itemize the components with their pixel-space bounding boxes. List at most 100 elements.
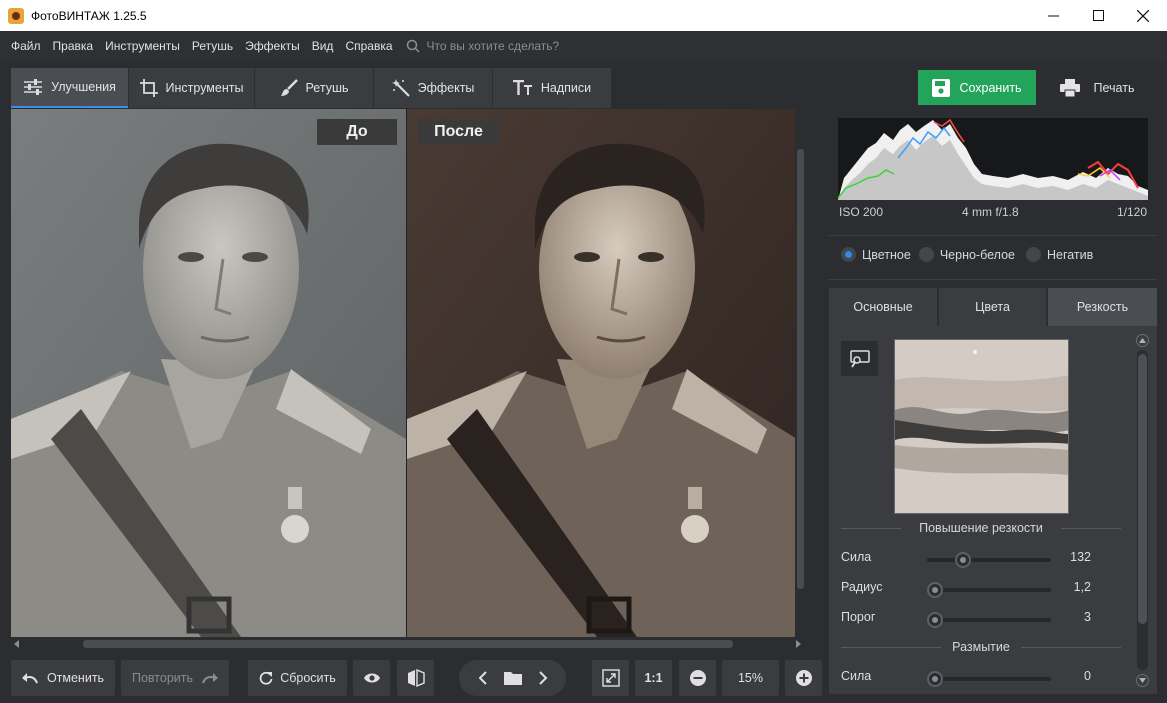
sliders-icon bbox=[24, 79, 43, 95]
menu-bar: Файл Правка Инструменты Ретушь Эффекты В… bbox=[0, 31, 1167, 61]
sharpen-strength-value[interactable]: 132 bbox=[1055, 550, 1091, 564]
sharpness-preview[interactable] bbox=[894, 339, 1069, 514]
menu-file[interactable]: Файл bbox=[11, 39, 41, 53]
radio-color[interactable] bbox=[841, 247, 856, 262]
reset-icon bbox=[259, 671, 273, 685]
crop-icon bbox=[139, 79, 158, 97]
subtab-basic[interactable]: Основные bbox=[829, 288, 937, 326]
menu-view[interactable]: Вид bbox=[312, 39, 334, 53]
canvas-vertical-scrollbar[interactable] bbox=[795, 109, 806, 637]
tab-tools[interactable]: Инструменты bbox=[129, 68, 254, 108]
maximize-button[interactable] bbox=[1075, 0, 1121, 31]
shutter-value: 1/120 bbox=[1116, 205, 1147, 219]
app-logo-icon bbox=[8, 7, 24, 24]
redo-button[interactable]: Повторить bbox=[121, 660, 229, 696]
histogram bbox=[837, 118, 1148, 200]
section-line bbox=[841, 528, 901, 529]
menu-help[interactable]: Справка bbox=[345, 39, 392, 53]
scrollbar-thumb[interactable] bbox=[797, 149, 804, 589]
after-photo bbox=[407, 109, 797, 637]
canvas-horizontal-scrollbar[interactable] bbox=[11, 637, 806, 651]
menu-effects[interactable]: Эффекты bbox=[245, 39, 300, 53]
chevron-down-icon bbox=[1139, 678, 1146, 683]
command-search[interactable]: Что вы хотите сделать? bbox=[406, 39, 560, 53]
search-placeholder: Что вы хотите сделать? bbox=[426, 39, 560, 53]
tab-label: Ретушь bbox=[305, 81, 349, 95]
zoom-value-field[interactable]: 15% bbox=[722, 660, 779, 696]
scrollbar-thumb[interactable] bbox=[83, 640, 733, 648]
next-icon[interactable] bbox=[538, 671, 548, 685]
tab-retouch[interactable]: Ретушь bbox=[255, 68, 373, 108]
compare-mode-button[interactable] bbox=[397, 660, 434, 696]
tab-effects[interactable]: Эффекты bbox=[374, 68, 492, 108]
undo-button[interactable]: Отменить bbox=[11, 660, 115, 696]
preview-area-button[interactable] bbox=[841, 341, 878, 376]
subtab-sharpness[interactable]: Резкость bbox=[1048, 288, 1157, 326]
sharpen-radius-value[interactable]: 1,2 bbox=[1055, 580, 1091, 594]
sharpen-threshold-slider[interactable] bbox=[927, 612, 1051, 628]
exif-info: ISO 200 4 mm f/1.8 1/120 bbox=[838, 205, 1148, 223]
blur-strength-value[interactable]: 0 bbox=[1055, 669, 1091, 683]
menu-edit[interactable]: Правка bbox=[53, 39, 94, 53]
radio-bw-label[interactable]: Черно-белое bbox=[940, 248, 1015, 262]
before-photo bbox=[11, 109, 406, 637]
chevron-up-icon bbox=[1139, 338, 1146, 343]
zoom-actual-size-button[interactable]: 1:1 bbox=[635, 660, 672, 696]
sharpen-radius-label: Радиус bbox=[841, 580, 883, 594]
close-button[interactable] bbox=[1120, 0, 1166, 31]
slider-handle[interactable] bbox=[927, 582, 943, 598]
zoom-out-button[interactable] bbox=[679, 660, 716, 696]
slider-handle[interactable] bbox=[927, 671, 943, 687]
tab-label: Инструменты bbox=[165, 81, 244, 95]
fit-screen-icon bbox=[601, 669, 620, 687]
folder-icon[interactable] bbox=[503, 671, 522, 685]
sharpen-radius-slider[interactable] bbox=[927, 582, 1051, 598]
scroll-left-icon bbox=[14, 640, 19, 648]
tab-captions[interactable]: Надписи bbox=[493, 68, 611, 108]
lens-value: 4 mm f/1.8 bbox=[962, 205, 1019, 219]
menu-tools[interactable]: Инструменты bbox=[105, 39, 180, 53]
print-button[interactable]: Печать bbox=[1038, 70, 1156, 105]
preview-toggle-button[interactable] bbox=[353, 660, 390, 696]
magnifier-area-icon bbox=[849, 349, 870, 367]
subtab-colors[interactable]: Цвета bbox=[939, 288, 1046, 326]
reset-label: Сбросить bbox=[280, 671, 336, 685]
tab-enhancements[interactable]: Улучшения bbox=[11, 68, 128, 108]
menu-retouch[interactable]: Ретушь bbox=[192, 39, 233, 53]
tab-label: Улучшения bbox=[51, 80, 116, 94]
section-line bbox=[1021, 647, 1121, 648]
slider-handle[interactable] bbox=[955, 552, 972, 568]
save-button[interactable]: Сохранить bbox=[918, 70, 1036, 105]
previous-icon[interactable] bbox=[478, 671, 488, 685]
minimize-button[interactable] bbox=[1030, 0, 1076, 31]
printer-icon bbox=[1059, 78, 1080, 97]
section-line bbox=[841, 647, 941, 648]
radio-negative-label[interactable]: Негатив bbox=[1047, 248, 1093, 262]
iso-value: ISO 200 bbox=[839, 205, 884, 219]
minus-icon bbox=[689, 670, 706, 686]
save-label: Сохранить bbox=[959, 80, 1022, 95]
split-view-icon bbox=[407, 669, 425, 687]
blur-strength-slider[interactable] bbox=[927, 671, 1051, 687]
sharpen-strength-slider[interactable] bbox=[927, 552, 1051, 568]
reset-button[interactable]: Сбросить bbox=[248, 660, 347, 696]
radio-color-label[interactable]: Цветное bbox=[862, 248, 911, 262]
sharpen-strength-label: Сила bbox=[841, 550, 872, 564]
settings-scrollbar[interactable] bbox=[1133, 330, 1152, 690]
scroll-down-button[interactable] bbox=[1136, 674, 1149, 687]
redo-label: Повторить bbox=[131, 671, 193, 685]
color-mode-group: Цветное Черно-белое Негатив bbox=[841, 247, 1093, 262]
zoom-in-button[interactable] bbox=[785, 660, 822, 696]
image-canvas[interactable] bbox=[11, 109, 806, 637]
fit-to-screen-button[interactable] bbox=[592, 660, 629, 696]
slider-handle[interactable] bbox=[927, 612, 943, 628]
scroll-up-button[interactable] bbox=[1136, 334, 1149, 347]
scrollbar-thumb[interactable] bbox=[1138, 354, 1147, 624]
sharpen-threshold-value[interactable]: 3 bbox=[1055, 610, 1091, 624]
radio-bw[interactable] bbox=[918, 247, 934, 262]
redo-icon bbox=[202, 673, 218, 684]
window-title: ФотоВИНТАЖ 1.25.5 bbox=[31, 8, 147, 23]
blur-strength-label: Сила bbox=[841, 669, 872, 683]
radio-negative[interactable] bbox=[1025, 247, 1041, 262]
title-bar: ФотоВИНТАЖ 1.25.5 bbox=[0, 0, 1167, 31]
